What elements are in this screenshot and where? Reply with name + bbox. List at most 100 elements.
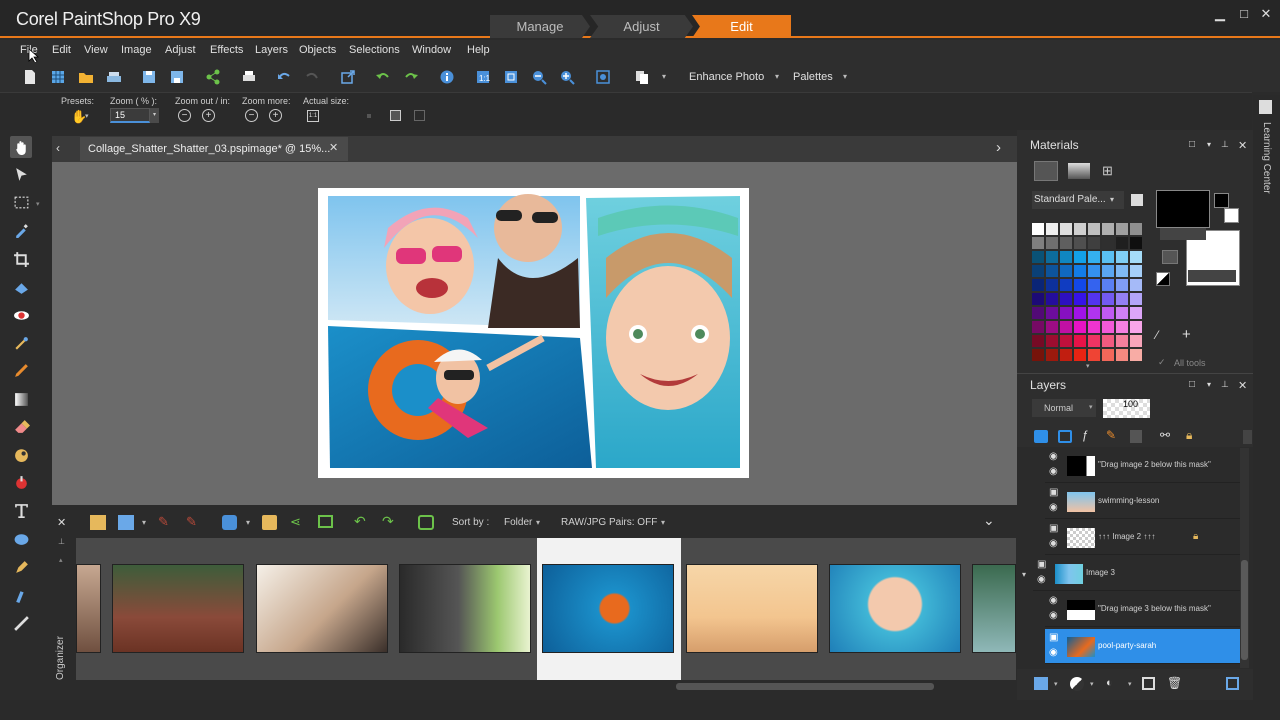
color-swatch[interactable] (1102, 237, 1114, 249)
color-swatch[interactable] (1130, 279, 1142, 291)
layer-merge-icon[interactable] (1130, 430, 1142, 443)
color-swatch[interactable] (1046, 223, 1058, 235)
color-swatch[interactable] (1032, 307, 1044, 319)
color-swatch[interactable] (1116, 223, 1128, 235)
info-icon[interactable] (438, 68, 456, 86)
swap-materials-icon[interactable] (1162, 250, 1178, 264)
small-bg-swatch[interactable] (1224, 208, 1239, 223)
layer-style-icon[interactable]: ƒ (1082, 428, 1089, 442)
menu-adjust[interactable]: Adjust (165, 44, 196, 56)
thumbnail-partial-right[interactable] (972, 564, 1016, 653)
zoom-out-icon[interactable] (530, 68, 548, 86)
foreground-color-swatch[interactable] (1156, 190, 1210, 228)
tab-edit[interactable]: Edit (692, 15, 791, 38)
color-swatch[interactable] (1102, 307, 1114, 319)
materials-restore-icon[interactable]: □ (1189, 139, 1195, 150)
color-swatch[interactable] (1102, 335, 1114, 347)
print-icon[interactable] (240, 68, 258, 86)
organizer-rotate-right-icon[interactable]: ↷ (382, 513, 394, 530)
layer-properties-icon[interactable] (1226, 677, 1239, 690)
color-replacer-icon[interactable] (10, 471, 32, 493)
color-swatch[interactable] (1074, 335, 1086, 347)
color-swatch[interactable] (1046, 307, 1058, 319)
color-swatch[interactable] (1060, 349, 1072, 361)
collapse-organizer-icon[interactable]: ⌄ (983, 512, 995, 529)
layer-link-icon[interactable]: ⚯ (1160, 428, 1170, 442)
color-swatch[interactable] (1116, 349, 1128, 361)
edit-tag-icon[interactable]: ✎ (186, 514, 197, 530)
color-swatch[interactable] (1116, 237, 1128, 249)
learning-center-label[interactable]: Learning Center (1258, 122, 1272, 212)
color-swatch[interactable] (1060, 265, 1072, 277)
color-swatch[interactable] (1130, 321, 1142, 333)
palettes-button[interactable]: Palettes (793, 71, 833, 83)
resize-icon[interactable] (339, 68, 357, 86)
organizer-share-icon[interactable]: ⋖ (290, 514, 301, 530)
menu-objects[interactable]: Objects (299, 44, 336, 56)
thumbnail-camera[interactable] (399, 564, 531, 653)
straighten-tool-icon[interactable] (10, 276, 32, 298)
adjustment-layer-icon[interactable] (1070, 677, 1084, 691)
organizer-scroll-up-icon[interactable]: ▴ (59, 556, 63, 564)
color-swatch[interactable] (1046, 335, 1058, 347)
color-swatch[interactable] (1102, 223, 1114, 235)
layers-restore-icon[interactable]: □ (1189, 379, 1195, 390)
fill-tool-icon[interactable] (10, 443, 32, 465)
layer-row[interactable]: ◉ ◉ "Drag image 3 below this mask" (1045, 592, 1240, 627)
color-swatch[interactable] (1046, 265, 1058, 277)
close-document-icon[interactable]: ✕ (329, 141, 338, 154)
color-swatch[interactable] (1130, 335, 1142, 347)
layer-visibility-icon[interactable]: ◉ (1049, 538, 1058, 549)
background-type-icons[interactable] (1188, 270, 1236, 282)
rainbow-tab-icon[interactable] (1068, 163, 1090, 179)
color-swatch[interactable] (1060, 223, 1072, 235)
close-icon[interactable]: ✕ (1258, 6, 1274, 22)
gradient-tool-icon[interactable] (10, 388, 32, 410)
sort-by-dropdown[interactable]: Folder (504, 517, 532, 528)
layer-row[interactable]: ◉ ◉ "Drag image 2 below this mask" (1045, 448, 1240, 483)
color-swatch[interactable] (1046, 293, 1058, 305)
color-swatch[interactable] (1116, 265, 1128, 277)
color-swatch[interactable] (1074, 223, 1086, 235)
materials-pin-icon[interactable]: ⊥ (1221, 139, 1229, 150)
palette-options-icon[interactable] (1131, 194, 1143, 206)
group-expand-icon[interactable]: ▾ (1022, 570, 1026, 579)
dropper-tool-icon[interactable] (10, 219, 32, 241)
color-swatch[interactable] (1130, 237, 1142, 249)
menu-layers[interactable]: Layers (255, 44, 288, 56)
maximize-icon[interactable]: □ (1236, 6, 1252, 22)
warp-brush-icon[interactable] (10, 584, 32, 606)
info-panel-icon[interactable] (118, 515, 134, 530)
color-swatch[interactable] (1032, 321, 1044, 333)
swatches-tab-icon[interactable] (1034, 161, 1058, 181)
info-panel-dropdown-icon[interactable]: ▾ (142, 518, 146, 527)
all-tools-checkbox[interactable]: ✓ (1158, 357, 1166, 368)
raw-jpg-pairs-toggle[interactable]: RAW/JPG Pairs: OFF (561, 517, 657, 528)
color-swatch[interactable] (1088, 265, 1100, 277)
copy-icon[interactable] (633, 68, 651, 86)
learning-center-icon[interactable] (1259, 100, 1272, 114)
preset-dropdown-icon[interactable]: ▾ (85, 112, 89, 120)
layer-move-down-icon[interactable] (1058, 430, 1072, 443)
color-swatch[interactable] (1088, 279, 1100, 291)
color-swatch[interactable] (1074, 293, 1086, 305)
share-icon[interactable] (204, 68, 222, 86)
tab-adjust[interactable]: Adjust (590, 15, 693, 38)
color-swatch[interactable] (1060, 237, 1072, 249)
pick-tool-icon[interactable] (10, 163, 32, 185)
zoom-more-out-icon[interactable]: − (245, 109, 258, 122)
mask-layer-dropdown-icon[interactable]: ▾ (1128, 680, 1132, 688)
layer-visibility-icon[interactable]: ◉ (1049, 647, 1058, 658)
overview-icon[interactable] (594, 68, 612, 86)
scanner-icon[interactable] (105, 68, 123, 86)
layer-row[interactable]: ▣ ◉ swimming-lesson (1045, 484, 1240, 519)
color-swatch[interactable] (1088, 349, 1100, 361)
material-dropper-icon[interactable]: ⁄ (1156, 328, 1158, 342)
shape-tool-icon[interactable] (10, 528, 32, 550)
color-swatch[interactable] (1032, 335, 1044, 347)
color-swatch[interactable] (1088, 293, 1100, 305)
thumbnail-swim-girl[interactable] (829, 564, 961, 653)
layer-lock-icon[interactable]: 🔒︎ (1186, 428, 1192, 443)
save-as-icon[interactable] (168, 68, 186, 86)
layers-scrollbar-thumb[interactable] (1241, 560, 1248, 660)
